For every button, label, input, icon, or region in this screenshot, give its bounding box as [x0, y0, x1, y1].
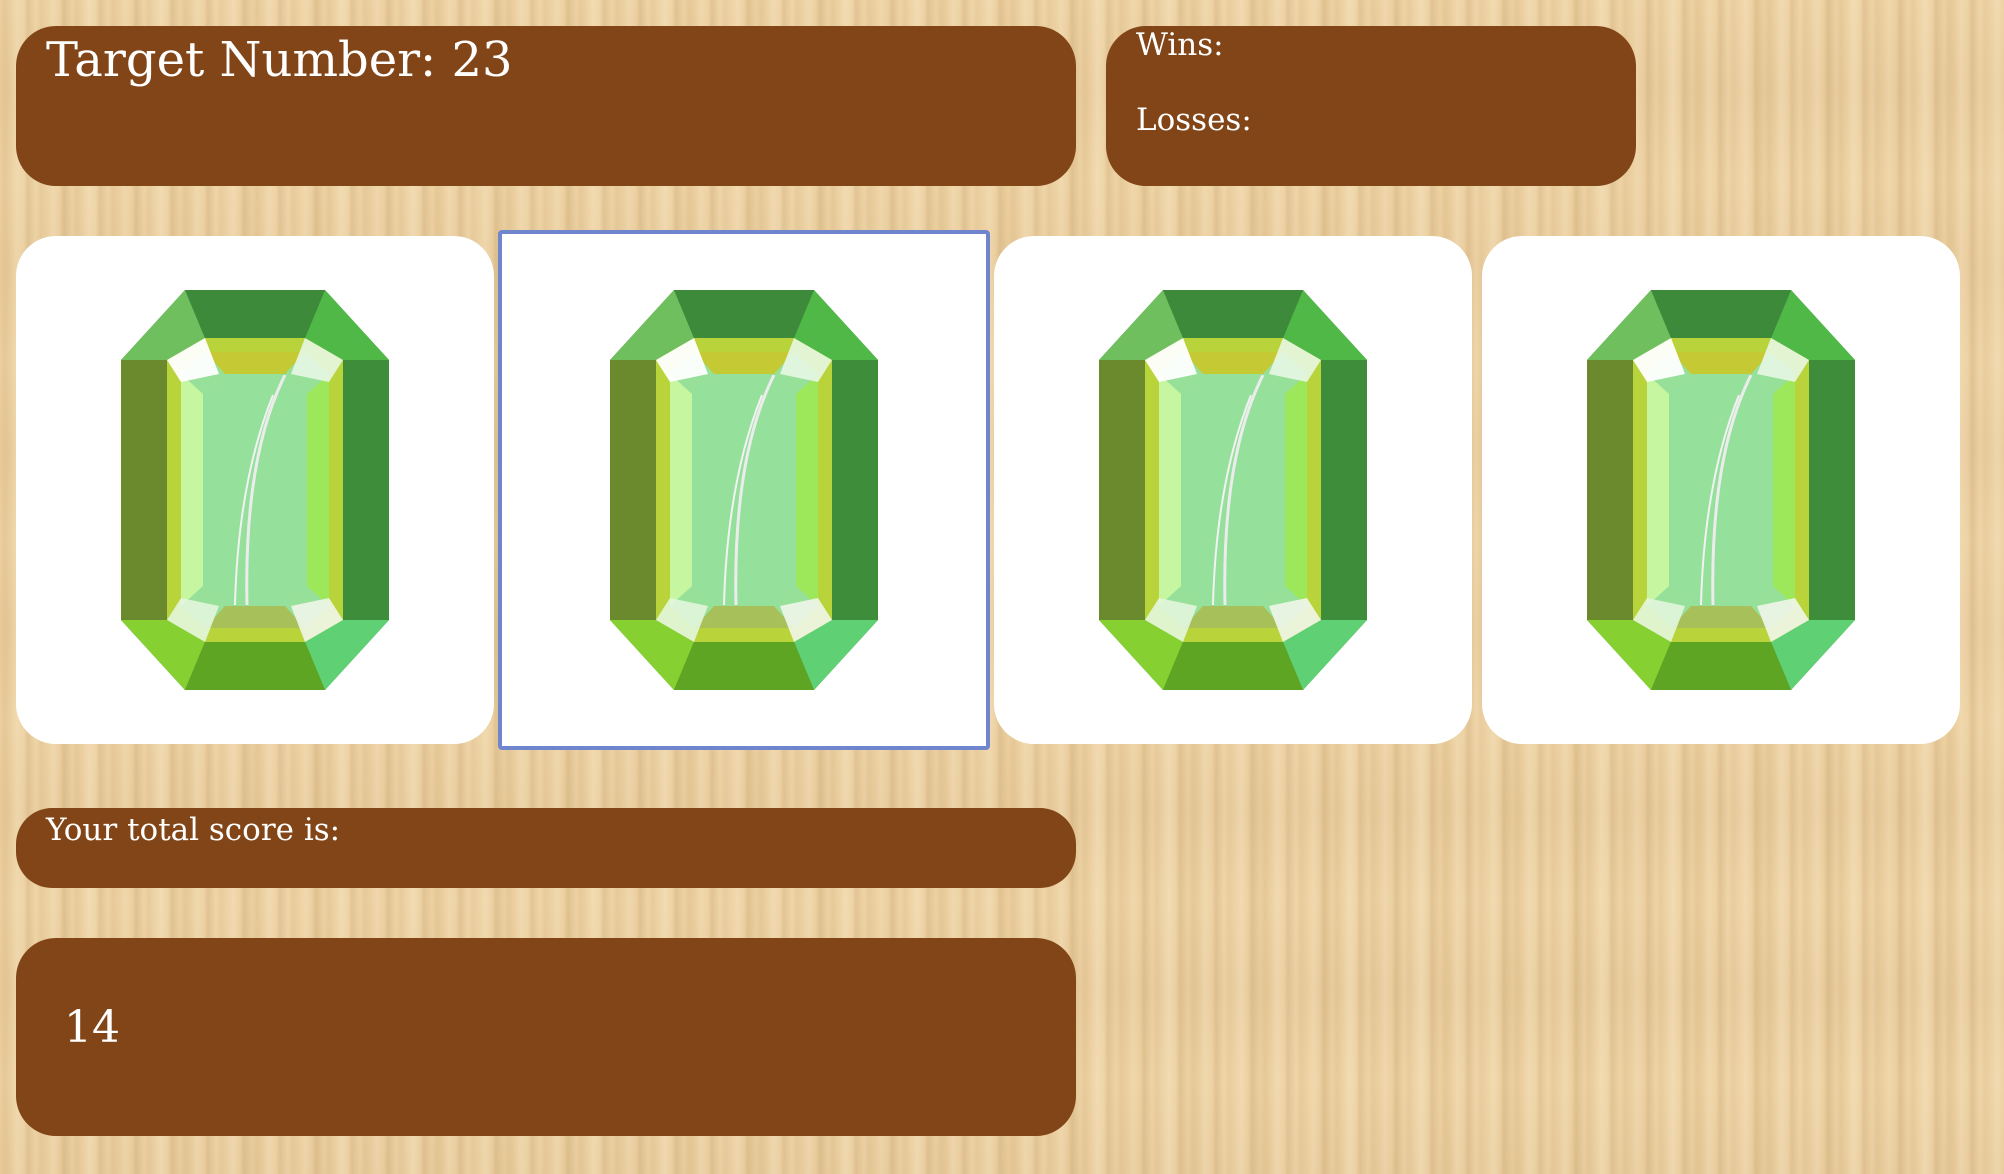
target-number-heading: Target Number: 23: [46, 32, 1076, 90]
swoosh-decoration: [723, 375, 776, 605]
crystal-button-4[interactable]: [1482, 236, 1960, 744]
crystal-button-1[interactable]: [16, 236, 494, 744]
target-number-value: 23: [451, 32, 513, 88]
stats-panel: Wins: Losses:: [1106, 26, 1636, 186]
losses-line: Losses:: [1136, 105, 1636, 136]
wins-line: Wins:: [1136, 30, 1636, 61]
swoosh-decoration: [1212, 375, 1265, 605]
score-label: Your total score is:: [46, 812, 341, 848]
target-number-label: Target Number:: [46, 32, 437, 88]
score-value-panel: 14: [16, 938, 1076, 1136]
losses-label: Losses:: [1136, 102, 1252, 138]
crystal-button-2[interactable]: [498, 230, 990, 750]
wins-label: Wins:: [1136, 27, 1224, 63]
crystal-button-3[interactable]: [994, 236, 1472, 744]
target-number-panel: Target Number: 23: [16, 26, 1076, 186]
swoosh-decoration: [1700, 375, 1753, 605]
score-label-panel: Your total score is:: [16, 808, 1076, 888]
score-value: 14: [64, 1002, 120, 1053]
swoosh-decoration: [234, 375, 287, 605]
